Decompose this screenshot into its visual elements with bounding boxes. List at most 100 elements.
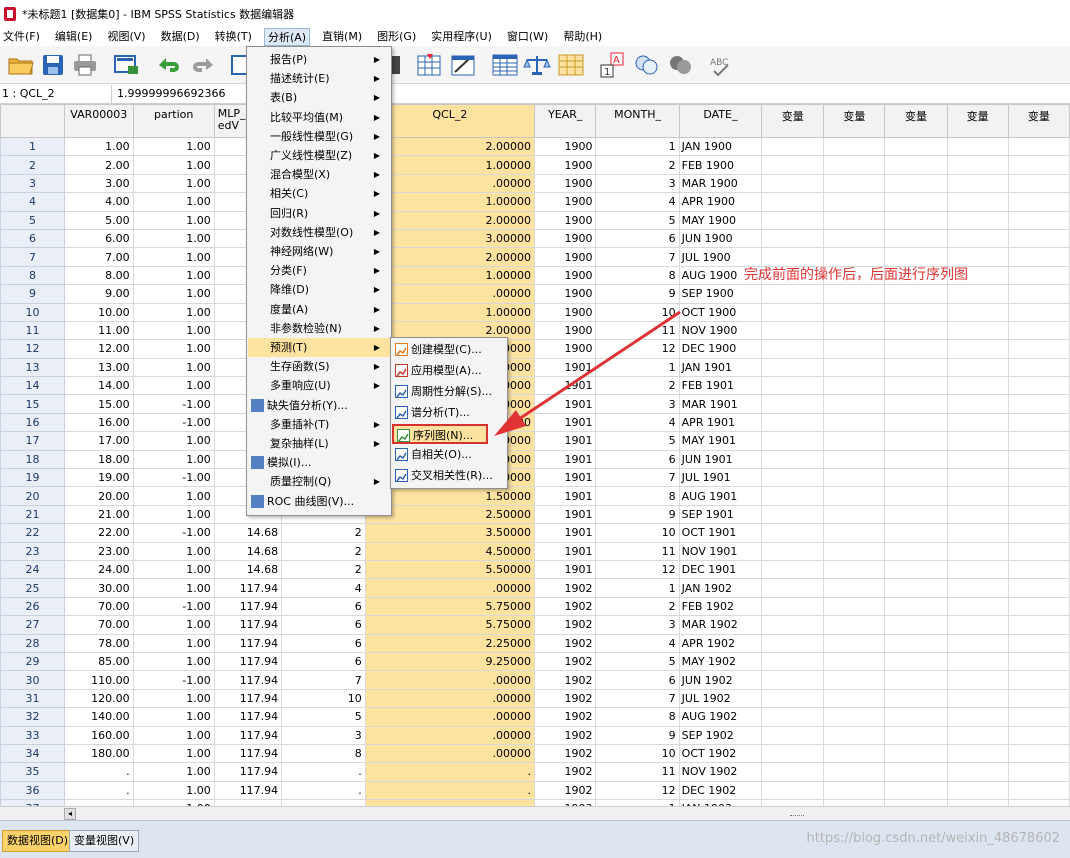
cell-date[interactable]: APR 1900 — [678, 192, 763, 212]
cell-year[interactable]: 1901 — [534, 486, 597, 506]
cell-partion[interactable]: 1.00 — [132, 228, 215, 249]
cell-year[interactable]: 1901 — [534, 468, 597, 488]
cell-var00003[interactable]: 18.00 — [63, 449, 134, 470]
redo-icon[interactable] — [188, 50, 218, 80]
cell-empty[interactable] — [761, 192, 825, 212]
cell-empty[interactable] — [946, 615, 1009, 635]
cell-empty[interactable] — [761, 136, 825, 157]
cell-empty[interactable] — [884, 633, 948, 653]
cell-month[interactable]: 9 — [595, 725, 680, 745]
cell-year[interactable]: 1902 — [534, 707, 597, 727]
weight-cases-icon[interactable] — [522, 50, 552, 80]
menu-transform[interactable]: 转换(T) — [212, 28, 255, 46]
cell-empty[interactable] — [1007, 633, 1070, 653]
column-header[interactable]: DATE_ — [678, 104, 763, 138]
analyze-menu-item[interactable]: 度量(A) ▶ — [248, 300, 390, 319]
cell-partion[interactable]: 1.00 — [132, 780, 215, 801]
cell-month[interactable]: 6 — [595, 670, 680, 690]
cell-partion[interactable]: 1.00 — [132, 173, 215, 194]
cell-empty[interactable] — [946, 173, 1009, 194]
dialog-recall-icon[interactable] — [112, 50, 142, 80]
cell-var00003[interactable]: 5.00 — [63, 210, 134, 230]
cell-partion[interactable]: 1.00 — [132, 762, 215, 782]
row-number[interactable]: 29 — [0, 651, 65, 672]
cell-col4[interactable]: 6 — [281, 596, 366, 617]
cell-empty[interactable] — [761, 486, 825, 506]
analyze-menu-item[interactable]: 报告(P) ▶ — [248, 50, 390, 69]
cell-empty[interactable] — [884, 431, 948, 451]
analyze-menu-item[interactable]: 复杂抽样(L) ▶ — [248, 434, 390, 453]
cell-date[interactable]: FEB 1900 — [678, 155, 763, 175]
cell-empty[interactable] — [884, 228, 948, 249]
cell-partion[interactable]: 1.00 — [132, 541, 215, 561]
cell-date[interactable]: JAN 1902 — [678, 578, 763, 598]
cell-partion[interactable]: 1.00 — [132, 265, 215, 286]
cell-empty[interactable] — [884, 412, 948, 433]
horizontal-scrollbar[interactable]: ◂ — [0, 806, 1070, 820]
cell-empty[interactable] — [1007, 412, 1070, 433]
cell-var00003[interactable]: . — [63, 762, 134, 782]
row-number[interactable]: 28 — [0, 633, 65, 653]
analyze-menu-item[interactable]: 神经网络(W) ▶ — [248, 242, 390, 261]
cell-mlp[interactable]: 14.68 — [213, 523, 283, 543]
cell-year[interactable]: 1902 — [534, 633, 597, 653]
cell-empty[interactable] — [1007, 228, 1070, 249]
cell-empty[interactable] — [884, 155, 948, 175]
cell-empty[interactable] — [884, 136, 948, 157]
cell-empty[interactable] — [946, 357, 1009, 378]
cell-date[interactable]: SEP 1902 — [678, 725, 763, 745]
cell-year[interactable]: 1902 — [534, 725, 597, 745]
print-icon[interactable] — [70, 50, 100, 80]
cell-var00003[interactable]: 78.00 — [63, 633, 134, 653]
cell-empty[interactable] — [761, 504, 825, 525]
row-number[interactable]: 11 — [0, 320, 65, 341]
forecast-menu-item[interactable]: 序列图(N)... — [392, 424, 488, 444]
open-folder-icon[interactable] — [6, 50, 36, 80]
cell-qcl-2[interactable]: .00000 — [364, 670, 536, 690]
cell-year[interactable]: 1902 — [534, 743, 597, 764]
cell-empty[interactable] — [1007, 725, 1070, 745]
cell-mlp[interactable]: 117.94 — [213, 615, 283, 635]
row-number[interactable]: 36 — [0, 780, 65, 801]
cell-col4[interactable]: 2 — [281, 541, 366, 561]
cell-year[interactable]: 1901 — [534, 504, 597, 525]
cell-empty[interactable] — [884, 339, 948, 359]
analyze-menu-item[interactable]: 预测(T) ▶ — [248, 338, 390, 357]
cell-empty[interactable] — [946, 339, 1009, 359]
cell-date[interactable]: AUG 1902 — [678, 707, 763, 727]
cell-var00003[interactable]: 70.00 — [63, 615, 134, 635]
cell-year[interactable]: 1902 — [534, 688, 597, 709]
cell-empty[interactable] — [884, 596, 948, 617]
cell-var00003[interactable]: 11.00 — [63, 320, 134, 341]
cell-month[interactable]: 11 — [595, 541, 680, 561]
cell-empty[interactable] — [823, 651, 886, 672]
analyze-menu-item[interactable]: 对数线性模型(O) ▶ — [248, 223, 390, 242]
row-number[interactable]: 21 — [0, 504, 65, 525]
cell-partion[interactable]: 1.00 — [132, 320, 215, 341]
cell-empty[interactable] — [823, 173, 886, 194]
cell-month[interactable]: 12 — [595, 559, 680, 580]
cell-partion[interactable]: 1.00 — [132, 615, 215, 635]
cell-empty[interactable] — [946, 504, 1009, 525]
cell-var00003[interactable]: 17.00 — [63, 431, 134, 451]
menu-direct-marketing[interactable]: 直销(M) — [319, 28, 365, 46]
cell-empty[interactable] — [823, 155, 886, 175]
menu-graphs[interactable]: 图形(G) — [374, 28, 419, 46]
column-header[interactable]: VAR00003 — [63, 104, 134, 138]
cell-empty[interactable] — [884, 688, 948, 709]
grid-corner[interactable] — [0, 104, 65, 138]
analyze-menu-item[interactable]: 分类(F) ▶ — [248, 261, 390, 280]
menu-window[interactable]: 窗口(W) — [504, 28, 551, 46]
cell-empty[interactable] — [823, 376, 886, 396]
row-number[interactable]: 34 — [0, 743, 65, 764]
row-number[interactable]: 19 — [0, 468, 65, 488]
cell-empty[interactable] — [823, 192, 886, 212]
cell-month[interactable]: 7 — [595, 688, 680, 709]
cell-empty[interactable] — [823, 431, 886, 451]
menu-edit[interactable]: 编辑(E) — [52, 28, 96, 46]
cell-partion[interactable]: 1.00 — [132, 633, 215, 653]
cell-date[interactable]: NOV 1901 — [678, 541, 763, 561]
cell-empty[interactable] — [946, 486, 1009, 506]
column-header-empty-variable[interactable]: 变量 — [946, 104, 1009, 138]
cell-year[interactable]: 1900 — [534, 173, 597, 194]
